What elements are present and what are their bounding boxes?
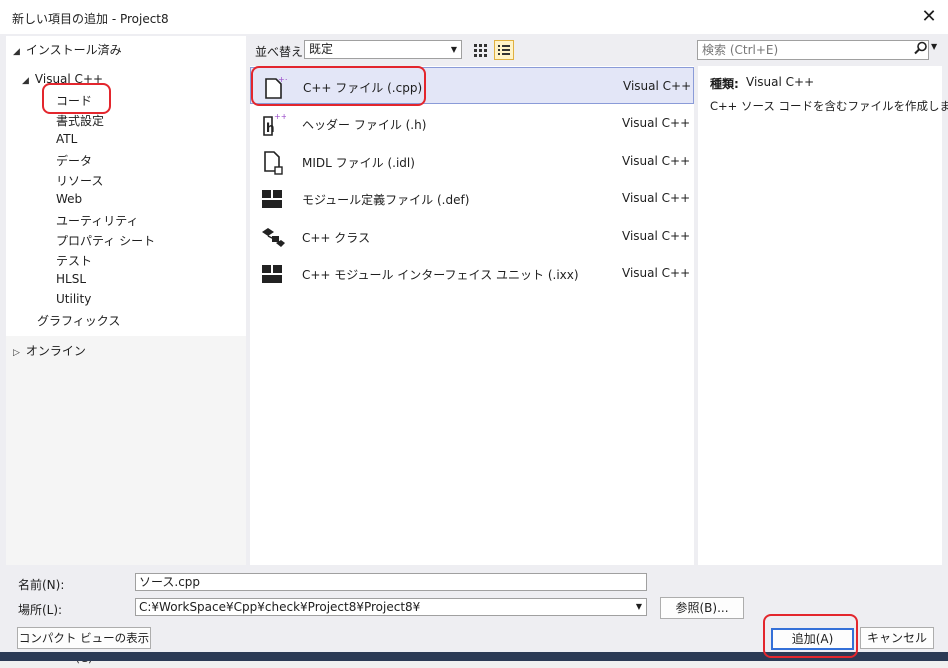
collapsed-triangle-icon: ▷ [13, 348, 20, 358]
svg-text:++: ++ [274, 112, 286, 121]
template-type: Visual C++ [622, 154, 691, 168]
location-label: 場所(L): [18, 603, 63, 617]
cpp-file-icon: ++ [265, 75, 287, 99]
template-item-module-interface[interactable]: C++ モジュール インターフェイス ユニット (.ixx) Visual C+… [250, 255, 694, 292]
template-item-cpp-file[interactable]: ++ C++ ファイル (.cpp) Visual C++ [250, 67, 694, 104]
template-type: Visual C++ [623, 79, 692, 93]
name-field[interactable]: ソース.cpp [135, 573, 647, 591]
location-value: C:¥WorkSpace¥Cpp¥check¥Project8¥Project8… [139, 600, 421, 614]
tree-item-hlsl[interactable]: HLSL [56, 272, 86, 286]
tree-item-installed[interactable]: ◢ インストール済み [13, 41, 122, 58]
close-icon[interactable]: ✕ [918, 6, 940, 28]
list-view-button[interactable] [494, 40, 514, 60]
template-item-cpp-class[interactable]: C++ クラス Visual C++ [250, 218, 694, 255]
svg-text:h: h [266, 121, 275, 135]
browse-button[interactable]: 参照(B)... [660, 597, 744, 619]
expanded-triangle-icon: ◢ [22, 76, 29, 86]
tree-item-atl[interactable]: ATL [56, 132, 77, 146]
chevron-down-icon: ▼ [450, 45, 457, 54]
template-item-module-def[interactable]: モジュール定義ファイル (.def) Visual C++ [250, 180, 694, 217]
tree-item-visual-cpp[interactable]: ◢ Visual C++ [22, 72, 103, 86]
sort-select[interactable]: 既定 ▼ [304, 40, 462, 59]
tree-item-test[interactable]: テスト [56, 252, 92, 269]
location-field[interactable]: C:¥WorkSpace¥Cpp¥check¥Project8¥Project8… [135, 598, 647, 616]
search-input[interactable]: 検索 (Ctrl+E) [697, 40, 929, 60]
midl-file-icon [264, 151, 283, 175]
template-name: C++ モジュール インターフェイス ユニット (.ixx) [302, 268, 579, 282]
template-item-midl-file[interactable]: MIDL ファイル (.idl) Visual C++ [250, 143, 694, 180]
info-type-value: Visual C++ [746, 75, 815, 89]
cancel-button[interactable]: キャンセル [860, 627, 934, 649]
background-taskbar-strip [0, 652, 948, 661]
sort-label: 並べ替え: [255, 45, 308, 59]
info-type-label: 種類: [710, 77, 739, 91]
list-view-icon [498, 45, 510, 55]
grid-view-icon [474, 44, 487, 57]
tree-item-online[interactable]: ▷ オンライン [13, 342, 86, 359]
tree-item-graphics[interactable]: グラフィックス [37, 312, 120, 329]
tree-item-utility-jp[interactable]: ユーティリティ [56, 212, 139, 229]
template-name: モジュール定義ファイル (.def) [302, 193, 470, 207]
tree-item-code[interactable]: コード [56, 92, 92, 109]
module-interface-icon [262, 265, 282, 283]
expanded-triangle-icon: ◢ [13, 47, 20, 57]
template-type: Visual C++ [622, 229, 691, 243]
svg-text:++: ++ [278, 75, 287, 84]
chevron-down-icon[interactable]: ▼ [636, 599, 642, 615]
search-options-chevron-icon[interactable]: ▼ [931, 42, 937, 51]
add-button[interactable]: 追加(A) [771, 628, 854, 650]
tree-item-resource[interactable]: リソース [56, 172, 103, 189]
template-info-panel [698, 66, 942, 565]
module-def-icon [262, 190, 282, 208]
template-name: C++ ファイル (.cpp) [303, 81, 423, 95]
sort-value: 既定 [309, 42, 334, 56]
tree-item-web[interactable]: Web [56, 192, 82, 206]
template-item-header-file[interactable]: h ++ ヘッダー ファイル (.h) Visual C++ [250, 105, 694, 142]
info-description: C++ ソース コードを含むファイルを作成します [710, 99, 948, 113]
header-file-icon: h ++ [263, 112, 286, 136]
search-icon[interactable] [914, 41, 928, 58]
tree-item-format[interactable]: 書式設定 [56, 112, 104, 129]
compact-view-button[interactable]: コンパクト ビューの表示(C) [17, 627, 151, 665]
cpp-class-icon [262, 228, 285, 247]
tree-item-utility[interactable]: Utility [56, 292, 91, 306]
template-type: Visual C++ [622, 116, 691, 130]
window-title: 新しい項目の追加 - Project8 [12, 12, 169, 26]
template-type: Visual C++ [622, 191, 691, 205]
tree-item-property-sheet[interactable]: プロパティ シート [56, 232, 155, 249]
grid-view-button[interactable] [470, 40, 490, 60]
tree-item-data[interactable]: データ [56, 152, 92, 169]
template-name: ヘッダー ファイル (.h) [302, 118, 427, 132]
name-label: 名前(N): [18, 578, 65, 592]
template-name: MIDL ファイル (.idl) [302, 156, 415, 170]
template-name: C++ クラス [302, 231, 371, 245]
template-type: Visual C++ [622, 266, 691, 280]
